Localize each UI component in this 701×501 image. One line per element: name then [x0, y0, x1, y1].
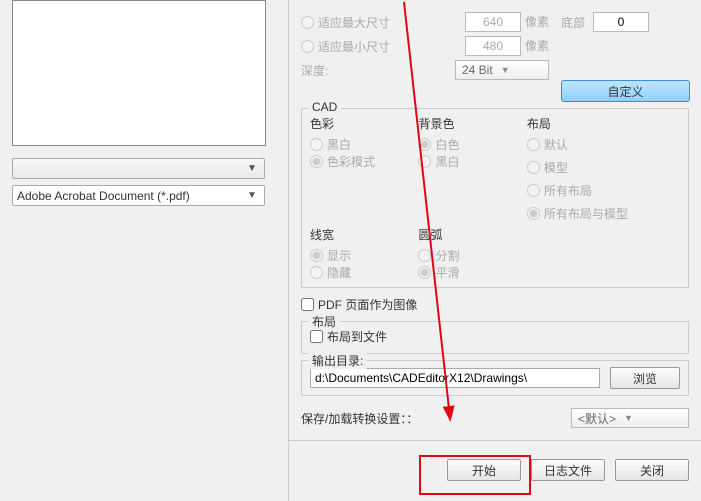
bottom-input[interactable] — [593, 12, 649, 32]
chevron-down-icon: ▼ — [624, 413, 633, 423]
layout-to-file-check[interactable]: 布局到文件 — [310, 328, 672, 345]
max-size-radio[interactable]: 适应最大尺寸 — [301, 14, 390, 31]
annotation-highlight — [419, 455, 531, 495]
layout-model-radio[interactable]: 模型 — [527, 159, 672, 176]
file-type-dropdown[interactable]: Adobe Acrobat Document (*.pdf) ▼ — [12, 185, 265, 206]
layout-group-title: 布局 — [308, 313, 340, 330]
max-size-input[interactable] — [465, 12, 521, 32]
pdf-as-image-check[interactable]: PDF 页面作为图像 — [301, 296, 689, 313]
depth-combo[interactable]: 24 Bit▼ — [455, 60, 549, 80]
color-mode-radio[interactable]: 色彩模式 — [310, 153, 400, 170]
close-button[interactable]: 关闭 — [615, 459, 689, 481]
bg-black-radio[interactable]: 黑白 — [418, 153, 508, 170]
layout-all-model-radio[interactable]: 所有布局与模型 — [527, 205, 672, 222]
settings-label: 保存/加载转换设置：： — [301, 410, 418, 427]
lw-show-radio[interactable]: 显示 — [310, 247, 400, 264]
dropdown-1[interactable]: ▼ — [12, 158, 265, 179]
depth-label: 深度: — [301, 62, 328, 79]
settings-combo[interactable]: <默认>▼ — [571, 408, 689, 428]
output-group: 输出目录: 浏览 — [301, 360, 689, 396]
min-size-radio[interactable]: 适应最小尺寸 — [301, 38, 390, 55]
arc-split-radio[interactable]: 分割 — [418, 247, 508, 264]
layout-group: 布局 布局到文件 — [301, 321, 689, 354]
chevron-down-icon: ▼ — [244, 163, 260, 174]
layout-default-radio[interactable]: 默认 — [527, 136, 672, 153]
lw-hide-radio[interactable]: 隐藏 — [310, 264, 400, 281]
custom-button[interactable]: 自定义 — [561, 80, 690, 102]
file-type-value: Adobe Acrobat Document (*.pdf) — [17, 189, 190, 203]
preview-area — [12, 0, 266, 146]
log-button[interactable]: 日志文件 — [531, 459, 605, 481]
chevron-down-icon: ▼ — [244, 190, 260, 201]
min-size-input[interactable] — [465, 36, 521, 56]
color-title: 色彩 — [310, 115, 408, 132]
bg-title: 背景色 — [418, 115, 516, 132]
arc-title: 圆弧 — [418, 226, 516, 243]
color-bw-radio[interactable]: 黑白 — [310, 136, 400, 153]
layout-title: 布局 — [527, 115, 680, 132]
browse-button[interactable]: 浏览 — [610, 367, 680, 389]
layout-all-radio[interactable]: 所有布局 — [527, 182, 672, 199]
settings-panel: 适应最大尺寸 像素 适应最小尺寸 像素 深度: 24 Bit▼ 底部 自定义 C… — [288, 0, 701, 501]
cad-group-title: CAD — [308, 100, 341, 114]
output-label: 输出目录: — [308, 352, 367, 369]
bottom-label: 底部 — [561, 14, 585, 31]
chevron-down-icon: ▼ — [501, 65, 510, 75]
lw-title: 线宽 — [310, 226, 408, 243]
cad-group: CAD 色彩 黑白 色彩模式 背景色 白色 黑白 布局 默认 模型 所有布局 所… — [301, 108, 689, 288]
bg-white-radio[interactable]: 白色 — [418, 136, 508, 153]
arc-smooth-radio[interactable]: 平滑 — [418, 264, 508, 281]
output-path-input[interactable] — [310, 368, 600, 388]
